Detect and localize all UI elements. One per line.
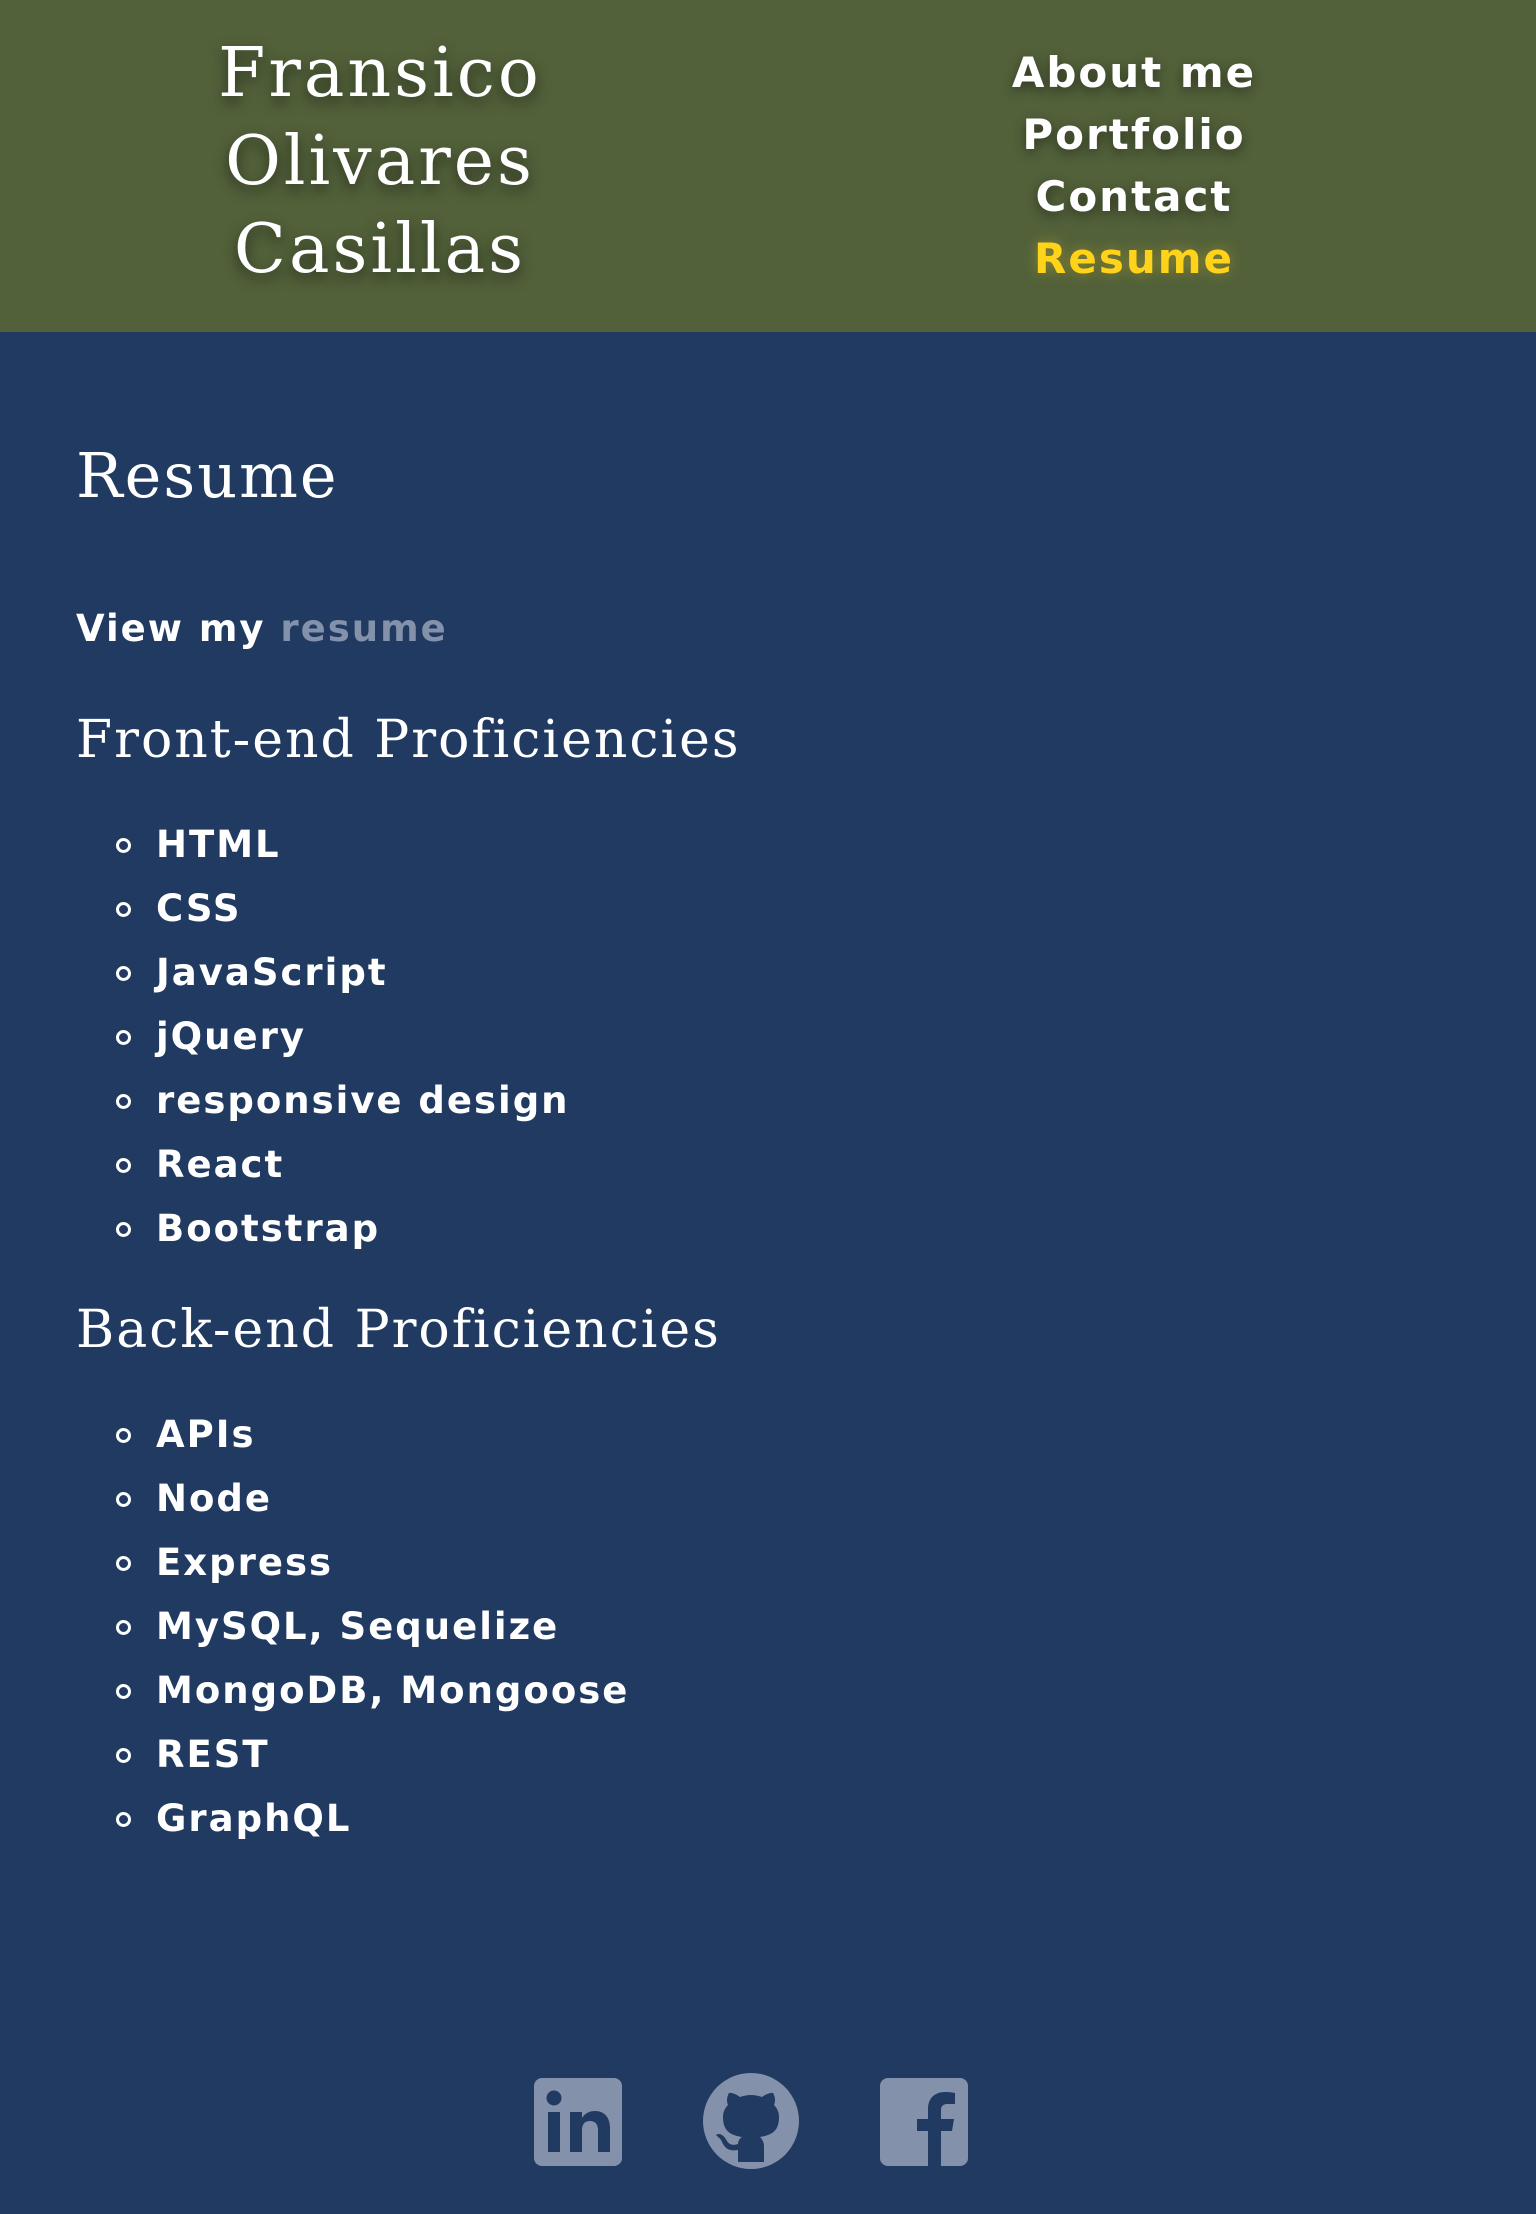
bullet-icon — [116, 1556, 131, 1571]
list-item: HTML — [116, 813, 570, 877]
site-title: Fransico Olivares Casillas — [60, 30, 700, 294]
list-item: Bootstrap — [116, 1197, 570, 1261]
bullet-icon — [116, 1748, 131, 1763]
page-title: Resume — [76, 439, 339, 512]
backend-heading: Back-end Proficiencies — [76, 1300, 721, 1360]
bullet-icon — [116, 1428, 131, 1443]
site-title-line-2: Casillas — [233, 210, 527, 289]
bullet-icon — [116, 1158, 131, 1173]
bullet-icon — [116, 1492, 131, 1507]
nav-resume[interactable]: Resume — [934, 228, 1334, 290]
bullet-icon — [116, 1684, 131, 1699]
main-nav: About me Portfolio Contact Resume — [934, 42, 1334, 290]
list-item: Express — [116, 1531, 629, 1595]
frontend-list: HTML CSS JavaScript jQuery responsive de… — [116, 813, 570, 1261]
list-item: jQuery — [116, 1005, 570, 1069]
facebook-icon[interactable] — [878, 2076, 970, 2168]
frontend-heading: Front-end Proficiencies — [76, 710, 741, 770]
bullet-icon — [116, 902, 131, 917]
list-item: JavaScript — [116, 941, 570, 1005]
nav-contact[interactable]: Contact — [934, 166, 1334, 228]
resume-line: View my resume — [76, 610, 448, 647]
backend-list: APIs Node Express MySQL, Sequelize Mongo… — [116, 1403, 629, 1851]
list-item: MySQL, Sequelize — [116, 1595, 629, 1659]
list-item: React — [116, 1133, 570, 1197]
nav-portfolio[interactable]: Portfolio — [934, 104, 1334, 166]
bullet-icon — [116, 1620, 131, 1635]
bullet-icon — [116, 1030, 131, 1045]
list-item: MongoDB, Mongoose — [116, 1659, 629, 1723]
site-header: Fransico Olivares Casillas About me Port… — [0, 0, 1536, 332]
list-item: CSS — [116, 877, 570, 941]
bullet-icon — [116, 1094, 131, 1109]
linkedin-icon[interactable] — [532, 2076, 624, 2168]
list-item: APIs — [116, 1403, 629, 1467]
list-item: REST — [116, 1723, 629, 1787]
bullet-icon — [116, 1222, 131, 1237]
resume-prefix: View my — [76, 607, 266, 650]
resume-link[interactable]: resume — [280, 607, 447, 650]
nav-about-me[interactable]: About me — [934, 42, 1334, 104]
list-item: GraphQL — [116, 1787, 629, 1851]
site-footer — [0, 2070, 1536, 2180]
bullet-icon — [116, 966, 131, 981]
site-title-line-1: Fransico Olivares — [218, 34, 542, 201]
github-icon[interactable] — [702, 2072, 800, 2170]
list-item: Node — [116, 1467, 629, 1531]
bullet-icon — [116, 1812, 131, 1827]
bullet-icon — [116, 838, 131, 853]
list-item: responsive design — [116, 1069, 570, 1133]
